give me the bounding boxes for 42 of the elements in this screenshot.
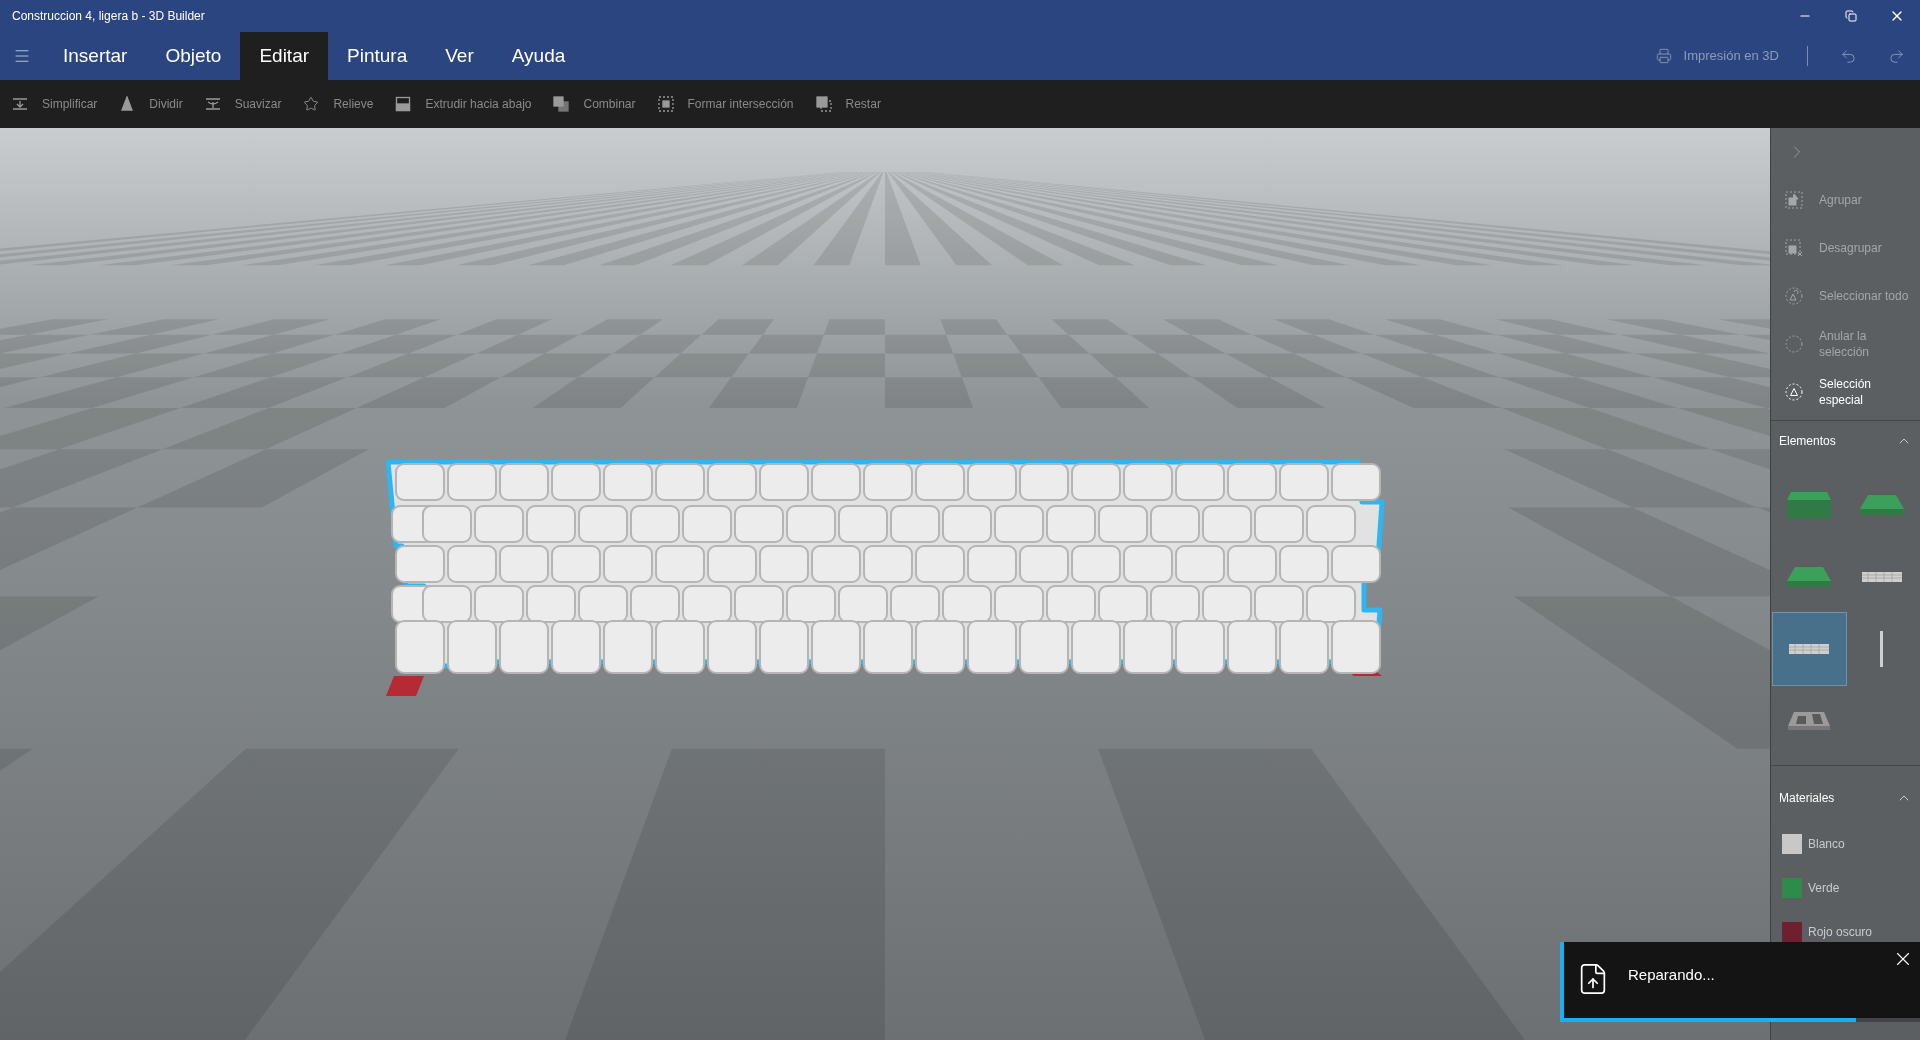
element-tile[interactable] (1773, 613, 1846, 685)
floor-tile (1710, 449, 1770, 470)
intersect-icon (657, 96, 674, 112)
extrude-icon (395, 96, 412, 112)
block-drawing (1787, 492, 1832, 518)
section-header[interactable]: Elementos (1771, 421, 1920, 461)
menu-icon (13, 47, 31, 65)
menu-tab[interactable]: Ver (426, 32, 493, 80)
menu-tab[interactable]: Ayuda (492, 32, 585, 80)
menu-tab[interactable]: Objeto (146, 32, 241, 80)
ungroup-icon (1785, 239, 1803, 257)
select-all-icon (1785, 287, 1803, 305)
slab-drawing (1787, 567, 1832, 587)
subtract-icon (815, 96, 832, 112)
menu-tab[interactable]: Pintura (328, 32, 427, 80)
wall-thumbnail-drawing (1861, 572, 1902, 582)
floor-tile (1717, 319, 1770, 329)
printer-icon (1655, 48, 1672, 64)
dashed-circle-icon (1785, 335, 1803, 353)
special-selection-icon (1785, 383, 1803, 401)
merge-icon (553, 96, 570, 112)
post-drawing (1880, 631, 1884, 667)
restore-icon (1845, 10, 1857, 22)
redo-icon (1887, 47, 1905, 65)
tray-drawing (1788, 712, 1831, 730)
star-icon (303, 96, 320, 112)
group-icon (1785, 191, 1803, 209)
smooth-icon (204, 96, 221, 112)
material-item[interactable]: Rojo oscuro (1771, 910, 1920, 954)
menu-tab[interactable]: Editar (240, 32, 329, 80)
cone-icon (119, 96, 136, 112)
section-header[interactable]: Materiales (1771, 774, 1920, 822)
panel-action-button[interactable]: Selección especial (1771, 368, 1920, 416)
wall-thumbnail-drawing (1789, 644, 1830, 654)
notification-text: Reparando... (1628, 965, 1715, 985)
material-item[interactable]: Verde (1771, 866, 1920, 910)
material-item[interactable]: Blanco (1771, 822, 1920, 866)
slab-drawing (1859, 495, 1904, 515)
window-title: Construccion 4, ligera b - 3D Builder (11, 8, 205, 25)
undo-icon (1839, 47, 1857, 65)
simplify-icon (12, 96, 28, 112)
menu-tab[interactable]: Insertar (44, 32, 147, 80)
